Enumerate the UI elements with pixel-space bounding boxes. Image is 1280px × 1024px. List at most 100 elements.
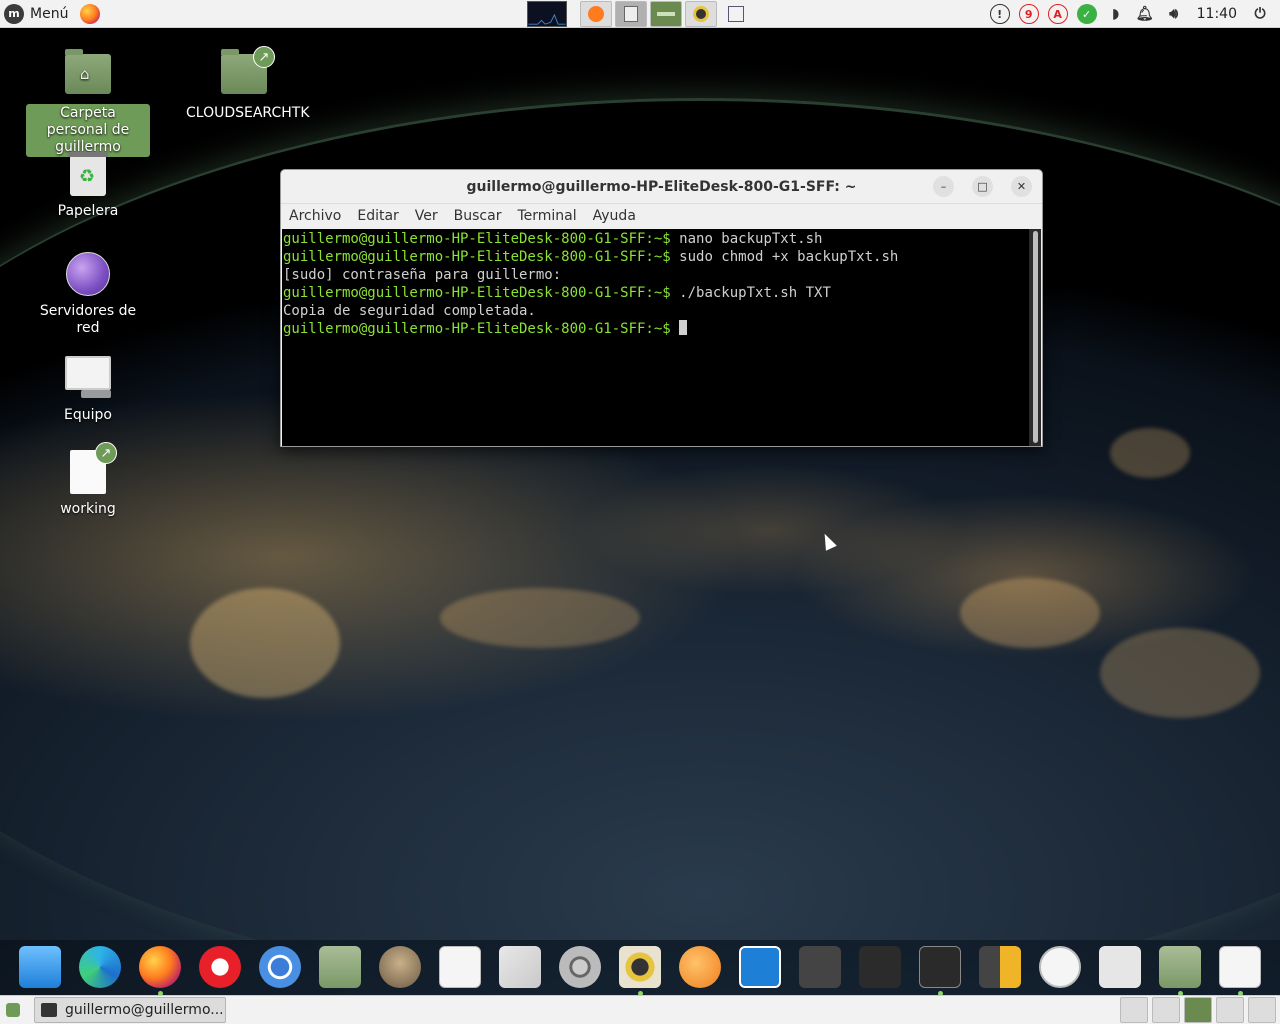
system-monitor-graph[interactable]	[527, 1, 567, 27]
text-editor-window-button[interactable]	[1152, 997, 1180, 1023]
files-window-button[interactable]	[1184, 997, 1212, 1023]
dock-item-text-editor[interactable]	[432, 939, 488, 995]
opera-icon	[199, 946, 241, 988]
desktop-icon-working[interactable]: ↗ working	[26, 442, 150, 519]
window-titlebar[interactable]: guillermo@guillermo-HP-EliteDesk-800-G1-…	[281, 170, 1042, 204]
desktop-icon-label: Papelera	[57, 203, 119, 219]
dock-item-terminal[interactable]	[912, 939, 968, 996]
terminal-scrollbar[interactable]	[1029, 229, 1041, 446]
desktop-icon-computer[interactable]: Equipo	[26, 350, 150, 425]
dock-item-trash[interactable]	[1092, 939, 1148, 995]
desktop-icon-label: Carpeta personal de guillermo	[26, 104, 150, 157]
link-badge-icon: ↗	[95, 442, 117, 464]
volume-icon[interactable]: 🔊︎	[1164, 4, 1184, 24]
status-ok-icon[interactable]: ✓	[1076, 4, 1097, 24]
firefox-icon	[588, 6, 604, 22]
dock-item-text-editor-2[interactable]	[1212, 939, 1268, 996]
mint-logo-icon: m	[4, 3, 24, 24]
clock[interactable]: 11:40	[1197, 6, 1237, 22]
close-button[interactable]: ✕	[1011, 176, 1032, 197]
computer-icon	[65, 356, 111, 402]
window-list	[580, 1, 752, 27]
menu-editar[interactable]: Editar	[357, 208, 398, 224]
terminal-window[interactable]: guillermo@guillermo-HP-EliteDesk-800-G1-…	[280, 169, 1043, 447]
menu-ayuda[interactable]: Ayuda	[593, 208, 636, 224]
rhythmbox-icon	[619, 946, 661, 988]
folder-link-icon: ↗	[221, 46, 275, 100]
screenshot-window-button[interactable]	[720, 1, 752, 27]
menu-ver[interactable]: Ver	[415, 208, 438, 224]
dock-item-edge[interactable]	[72, 939, 128, 995]
dock-item-firefox[interactable]	[132, 939, 188, 996]
taskbar-terminal-button[interactable]: guillermo@guillermo...	[34, 997, 226, 1023]
rhythmbox-window-button[interactable]	[685, 1, 717, 27]
folder-icon	[657, 12, 675, 16]
dock-item-maps[interactable]	[792, 939, 848, 995]
network-servers-icon	[65, 252, 111, 298]
system-monitor-icon	[739, 946, 781, 988]
city-lights	[1100, 628, 1260, 718]
desktop-icon-network[interactable]: Servidores de red	[26, 252, 150, 338]
network-icon[interactable]: ◗	[1106, 4, 1126, 24]
maximize-button[interactable]: □	[972, 176, 993, 197]
screenshot-icon	[728, 6, 744, 22]
menu-archivo[interactable]: Archivo	[289, 208, 341, 224]
software-manager-icon	[499, 946, 541, 988]
terminal-icon	[41, 1003, 57, 1017]
terminal-line: guillermo@guillermo-HP-EliteDesk-800-G1-…	[283, 285, 831, 301]
dock-item-settings[interactable]	[552, 939, 608, 995]
dock-item-opera[interactable]	[192, 939, 248, 995]
desktop-icon-label: working	[60, 501, 116, 517]
terminal-line: Copia de seguridad completada.	[283, 303, 536, 319]
terminal-output[interactable]: guillermo@guillermo-HP-EliteDesk-800-G1-…	[282, 229, 1030, 446]
main-menu-button[interactable]: m Menú	[0, 0, 101, 28]
edge-browser-icon	[79, 946, 121, 988]
text-editor-window-button[interactable]	[615, 1, 647, 27]
menu-buscar[interactable]: Buscar	[454, 208, 502, 224]
dock-item-system-monitor[interactable]	[732, 939, 788, 995]
dock-item-clementine[interactable]	[672, 939, 728, 995]
desktop-icon-home[interactable]: ⌂ Carpeta personal de guillermo	[26, 49, 150, 157]
terminal-icon	[919, 946, 961, 988]
city-lights	[1110, 428, 1190, 478]
trash-window-button[interactable]	[1248, 997, 1276, 1023]
rhythmbox-window-button[interactable]	[1216, 997, 1244, 1023]
dock-item-chromium[interactable]	[252, 939, 308, 995]
dock-item-clock[interactable]	[1032, 939, 1088, 995]
dock-item-gimp[interactable]	[372, 939, 428, 995]
menu-label: Menú	[30, 5, 69, 22]
minimize-button[interactable]: –	[933, 176, 954, 197]
dock-item-activity-monitor[interactable]	[852, 939, 908, 995]
desktop-icon-cloudsearchtk[interactable]: ↗ CLOUDSEARCHTK	[182, 46, 310, 123]
text-editor-icon	[1219, 946, 1261, 988]
dock-item-show-desktop[interactable]	[12, 939, 68, 995]
taskbar-window-label: guillermo@guillermo...	[65, 1002, 224, 1018]
dock-item-software-manager[interactable]	[492, 939, 548, 995]
files-window-button[interactable]	[650, 1, 682, 27]
dock-item-files-2[interactable]	[1152, 939, 1208, 996]
folder-icon	[1159, 946, 1201, 988]
text-cursor	[679, 320, 688, 335]
dock-item-calculator[interactable]	[972, 939, 1028, 995]
terminal-line: [sudo] contraseña para guillermo:	[283, 267, 562, 283]
show-desktop-icon[interactable]	[6, 1003, 20, 1017]
dock-item-rhythmbox[interactable]	[612, 939, 668, 996]
notifications-bell-icon[interactable]: 🔔︎	[1135, 4, 1155, 24]
update-manager-icon[interactable]: !	[989, 4, 1010, 24]
notification-badge[interactable]: 9	[1018, 4, 1039, 24]
power-icon[interactable]: ⏻	[1250, 4, 1270, 24]
bottom-window-list	[1120, 997, 1276, 1023]
dock-item-files[interactable]	[312, 939, 368, 995]
bottom-panel: guillermo@guillermo...	[0, 995, 1280, 1024]
menu-terminal[interactable]: Terminal	[517, 208, 576, 224]
alert-icon[interactable]: A	[1047, 4, 1068, 24]
window-title: guillermo@guillermo-HP-EliteDesk-800-G1-…	[466, 178, 857, 195]
scrollbar-thumb[interactable]	[1033, 231, 1038, 443]
city-lights	[440, 588, 640, 648]
firefox-window-button[interactable]	[1120, 997, 1148, 1023]
calculator-icon	[979, 946, 1021, 988]
firefox-window-button[interactable]	[580, 1, 612, 27]
clock-icon	[1039, 946, 1081, 988]
desktop-icon-trash[interactable]: ♻ Papelera	[26, 152, 150, 221]
firefox-launcher-icon[interactable]	[80, 3, 101, 24]
